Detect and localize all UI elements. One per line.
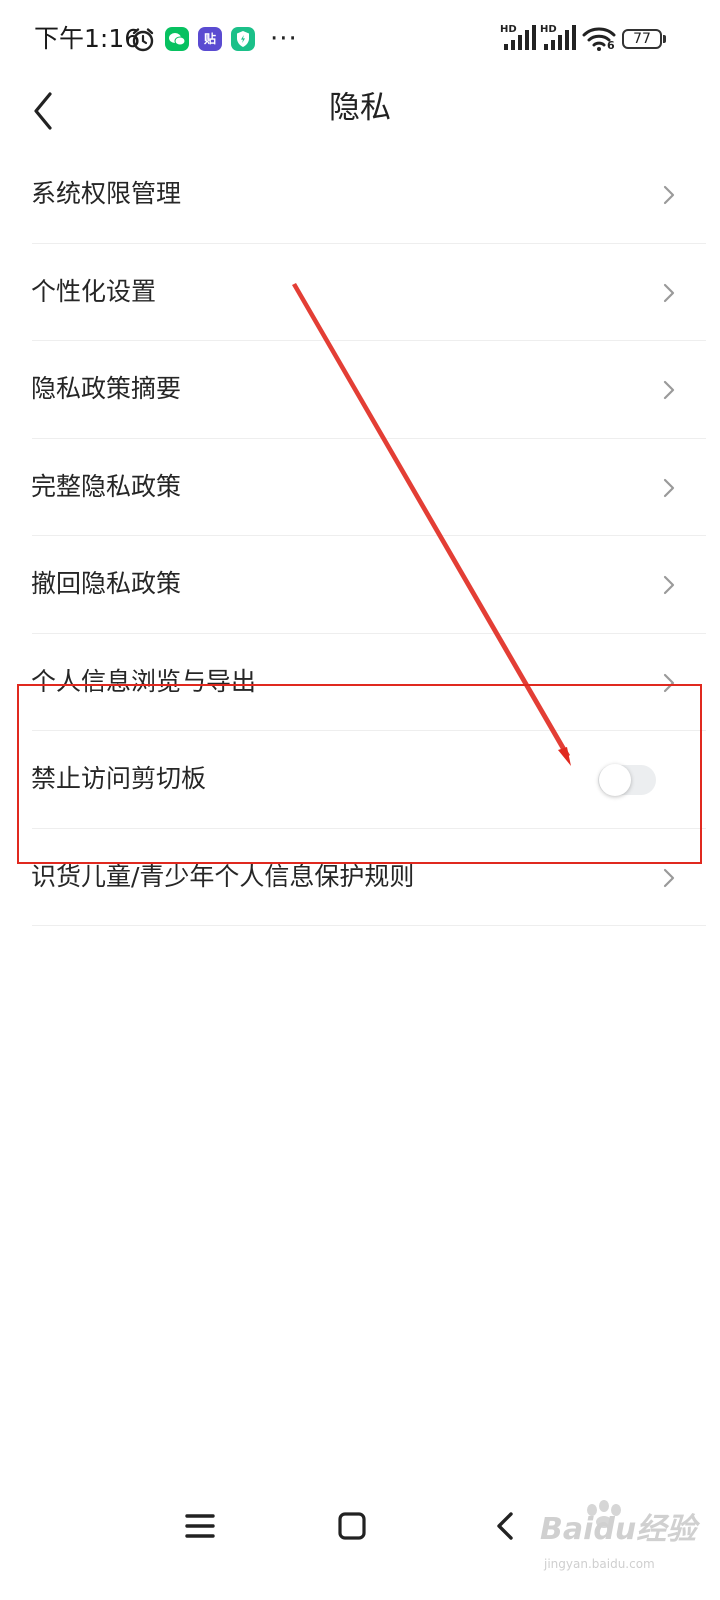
- header: 隐私: [0, 80, 720, 146]
- shield-icon: [231, 27, 255, 51]
- back-icon: [497, 1512, 513, 1540]
- page-title: 隐私: [329, 90, 391, 126]
- settings-item-full-privacy-policy[interactable]: 完整隐私政策: [0, 439, 720, 537]
- wifi-icon: 6: [582, 26, 616, 56]
- chevron-right-icon: [663, 478, 675, 497]
- home-icon: [338, 1512, 366, 1540]
- battery-icon: 77: [622, 29, 666, 49]
- more-notifications-icon: ···: [270, 24, 298, 54]
- chevron-right-icon: [663, 283, 675, 302]
- recent-apps-button[interactable]: [178, 1504, 222, 1548]
- home-button[interactable]: [330, 1504, 374, 1548]
- settings-item-personalization[interactable]: 个性化设置: [0, 244, 720, 342]
- block-clipboard-toggle[interactable]: [598, 764, 656, 796]
- settings-item-label: 隐私政策摘要: [31, 374, 182, 403]
- settings-item-label: 个人信息浏览与导出: [31, 666, 257, 696]
- watermark-url: jingyan.baidu.com: [544, 1557, 655, 1571]
- settings-item-label: 禁止访问剪切板: [31, 764, 207, 793]
- chevron-right-icon: [663, 673, 675, 692]
- settings-item-privacy-summary[interactable]: 隐私政策摘要: [0, 341, 720, 439]
- wifi-standard-label: 6: [607, 39, 615, 52]
- settings-item-minor-protection-rules[interactable]: 识货儿童/青少年个人信息保护规则: [0, 829, 720, 927]
- tieba-icon: 贴: [198, 27, 222, 51]
- chevron-right-icon: [663, 185, 675, 205]
- chevron-right-icon: [663, 575, 675, 595]
- settings-item-revoke-privacy-policy[interactable]: 撤回隐私政策: [0, 536, 720, 634]
- chevron-right-icon: [663, 868, 675, 887]
- watermark-brand: Baidu经验: [540, 1512, 697, 1547]
- settings-item-label: 撤回隐私政策: [31, 569, 182, 598]
- settings-item-label: 系统权限管理: [31, 179, 182, 208]
- settings-item-label: 个性化设置: [31, 276, 157, 306]
- status-bar: 下午1:16 贴 ··· HD HD 6 77: [0, 0, 720, 80]
- settings-item-label: 识货儿童/青少年个人信息保护规则: [31, 861, 415, 891]
- settings-item-personal-info-export[interactable]: 个人信息浏览与导出: [0, 634, 720, 732]
- settings-item-label: 完整隐私政策: [31, 471, 182, 501]
- alarm-clock-icon: [130, 27, 156, 57]
- settings-list: 系统权限管理 个性化设置 隐私政策摘要 完整隐私政策 撤回隐私政策 个人信息浏览…: [0, 146, 720, 926]
- toggle-knob: [599, 764, 631, 796]
- chevron-right-icon: [663, 380, 675, 400]
- settings-item-block-clipboard: 禁止访问剪切板: [0, 731, 720, 829]
- status-time: 下午1:16: [34, 24, 141, 53]
- baidu-watermark: Baidu经验 jingyan.baidu.com: [540, 1496, 720, 1576]
- settings-item-system-permissions[interactable]: 系统权限管理: [0, 146, 720, 244]
- system-back-button[interactable]: [484, 1504, 528, 1548]
- wechat-icon: [165, 27, 189, 51]
- menu-icon: [185, 1514, 215, 1538]
